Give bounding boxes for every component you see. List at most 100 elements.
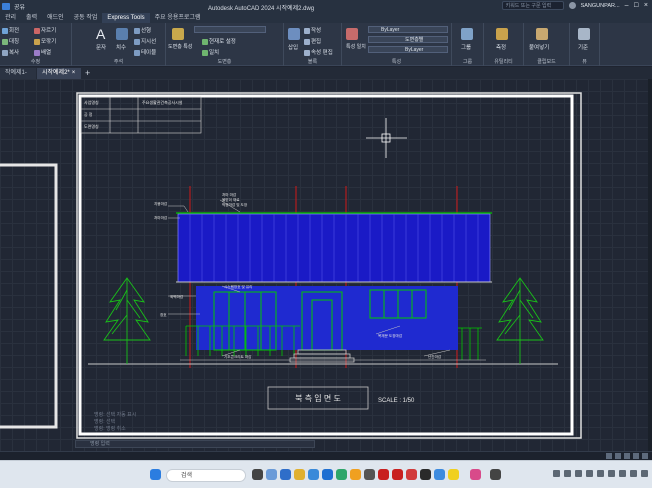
status-icon-3[interactable] [624,453,630,459]
excel-icon[interactable] [336,469,347,480]
match-properties-button[interactable]: 특성 일치 [346,43,366,50]
dimension-button[interactable]: 치수 [116,43,126,51]
layer-properties-icon[interactable] [172,28,184,40]
measure-button[interactable]: 측정 [496,43,506,51]
match-properties-icon[interactable] [346,28,358,40]
app-icon-1[interactable] [364,469,375,480]
text-button[interactable]: 문자 [96,43,106,51]
menu-addins[interactable]: 애드인 [42,13,69,23]
tab-example2[interactable]: 시작예제2* × [37,68,81,79]
ribbon-group-groups: 그룹 그룹 [452,23,484,66]
rotate-button[interactable]: 회전 [2,26,19,34]
edge-icon[interactable] [280,469,291,480]
share-icon[interactable] [2,3,10,10]
tray-icon-5[interactable] [608,470,615,477]
tab-example1[interactable]: 작예제1-변* [0,68,36,87]
wifi-icon[interactable] [630,470,637,477]
fillet-button[interactable]: 모깎기 [34,37,56,45]
group-button[interactable]: 그룹 [461,43,471,51]
widgets-icon[interactable] [266,469,277,480]
task-view-icon[interactable] [252,469,263,480]
status-icon-1[interactable] [606,453,612,459]
file-explorer-icon[interactable] [294,469,305,480]
instagram-icon[interactable] [470,469,481,480]
leader-icon [134,38,140,45]
status-icon-4[interactable] [633,453,639,459]
taskbar-search[interactable]: 검색 [166,469,246,482]
title-row-2: 공 정 [84,111,93,117]
ribbon-group-clipboard: 붙여넣기 클립보드 [524,23,570,66]
lineweight-dropdown[interactable]: ByLayer [368,46,448,53]
edit-block-icon [304,38,310,45]
menu-output[interactable]: 출력 [21,13,42,23]
search-input[interactable]: 키워드 또는 구문 입력 [501,1,564,10]
paste-icon[interactable] [536,28,548,40]
text-icon[interactable]: A [96,26,105,42]
menu-express-tools[interactable]: Express Tools [102,13,150,23]
copy-button[interactable]: 복사 [2,48,19,56]
menu-collaborate[interactable]: 공동 작업 [69,13,103,23]
close-icon[interactable]: × [644,2,648,9]
paste-button[interactable]: 붙여넣기 [529,43,549,51]
tray-icon-4[interactable] [597,470,604,477]
acrobat-icon[interactable] [406,469,417,480]
mirror-button[interactable]: 대칭 [2,37,19,45]
measure-icon[interactable] [496,28,508,40]
app-icon-4[interactable] [490,469,501,480]
app-icon-2[interactable] [420,469,431,480]
share-label[interactable]: 공유 [14,2,25,11]
insert-icon[interactable] [288,28,300,40]
windows-start-icon[interactable] [150,469,161,480]
layer-properties-button[interactable]: 도면층 특성 [168,43,192,50]
match-layer-button[interactable]: 일치 [202,48,219,56]
command-history: 명령: 선택 자동 표시 명령: 선택 명령: 명령 취소 [94,412,136,433]
menu-manage[interactable]: 관리 [0,13,21,23]
chrome-icon[interactable] [350,469,361,480]
autocad-icon[interactable] [378,469,389,480]
trim-button[interactable]: 자르기 [34,26,56,34]
create-block-button[interactable]: 작성 [304,26,321,34]
color-dropdown[interactable]: ByLayer [368,26,448,33]
store-icon[interactable] [308,469,319,480]
edit-attributes-button[interactable]: 속성 편집 [304,48,333,56]
maximize-icon[interactable]: ☐ [634,2,639,9]
volume-icon[interactable] [641,470,648,477]
table-button[interactable]: 테이블 [134,48,156,56]
status-icon-5[interactable] [642,453,648,459]
minimize-icon[interactable]: – [625,2,629,9]
edit-block-button[interactable]: 편집 [304,37,321,45]
tray-icon-6[interactable] [619,470,626,477]
base-button[interactable]: 기준 [578,43,588,51]
kakaotalk-icon[interactable] [448,469,459,480]
tray-icon-3[interactable] [586,470,593,477]
word-icon[interactable] [322,469,333,480]
new-tab-button[interactable]: + [85,68,90,78]
insert-button[interactable]: 삽입 [288,43,298,51]
history-line-1: 명령: 선택 자동 표시 [94,412,137,418]
menu-bar: 관리 출력 애드인 공동 작업 Express Tools 주요 응용프로그램 [0,13,652,23]
base-icon[interactable] [578,28,590,40]
status-icon-2[interactable] [615,453,621,459]
drawing-canvas[interactable]: 사업명칭 공 정 도면명칭 주요생활관건축공사시설 지붕마감 처마마감 외벽마감… [0,79,652,451]
dimension-icon[interactable] [116,28,128,40]
tray-icon-1[interactable] [564,470,571,477]
linear-button[interactable]: 선형 [134,26,151,34]
array-button[interactable]: 배열 [34,48,51,56]
history-line-2: 명령: 선택 [94,419,116,425]
user-icon[interactable] [568,2,576,9]
leader-button[interactable]: 지시선 [134,37,156,45]
group-icon[interactable] [461,28,473,40]
ribbon-group-annotation: A 문자 치수 선형 지시선 테이블 주석 [72,23,166,66]
command-input[interactable]: 명령 입력 [75,440,315,448]
tray-chevron-icon[interactable] [553,470,560,477]
app-icon-3[interactable] [434,469,445,480]
autocad-icon-2[interactable] [392,469,403,480]
layer-dropdown[interactable] [194,26,266,33]
set-current-button[interactable]: 현재로 설정 [202,37,236,45]
menu-featured-apps[interactable]: 주요 응용프로그램 [150,13,206,23]
tray-icon-2[interactable] [575,470,582,477]
user-name[interactable]: SANGUNPAR... [581,3,620,9]
system-tray [553,470,648,477]
tab-close-icon[interactable]: × [72,70,76,76]
linetype-dropdown[interactable]: 도면층별 [368,36,448,43]
